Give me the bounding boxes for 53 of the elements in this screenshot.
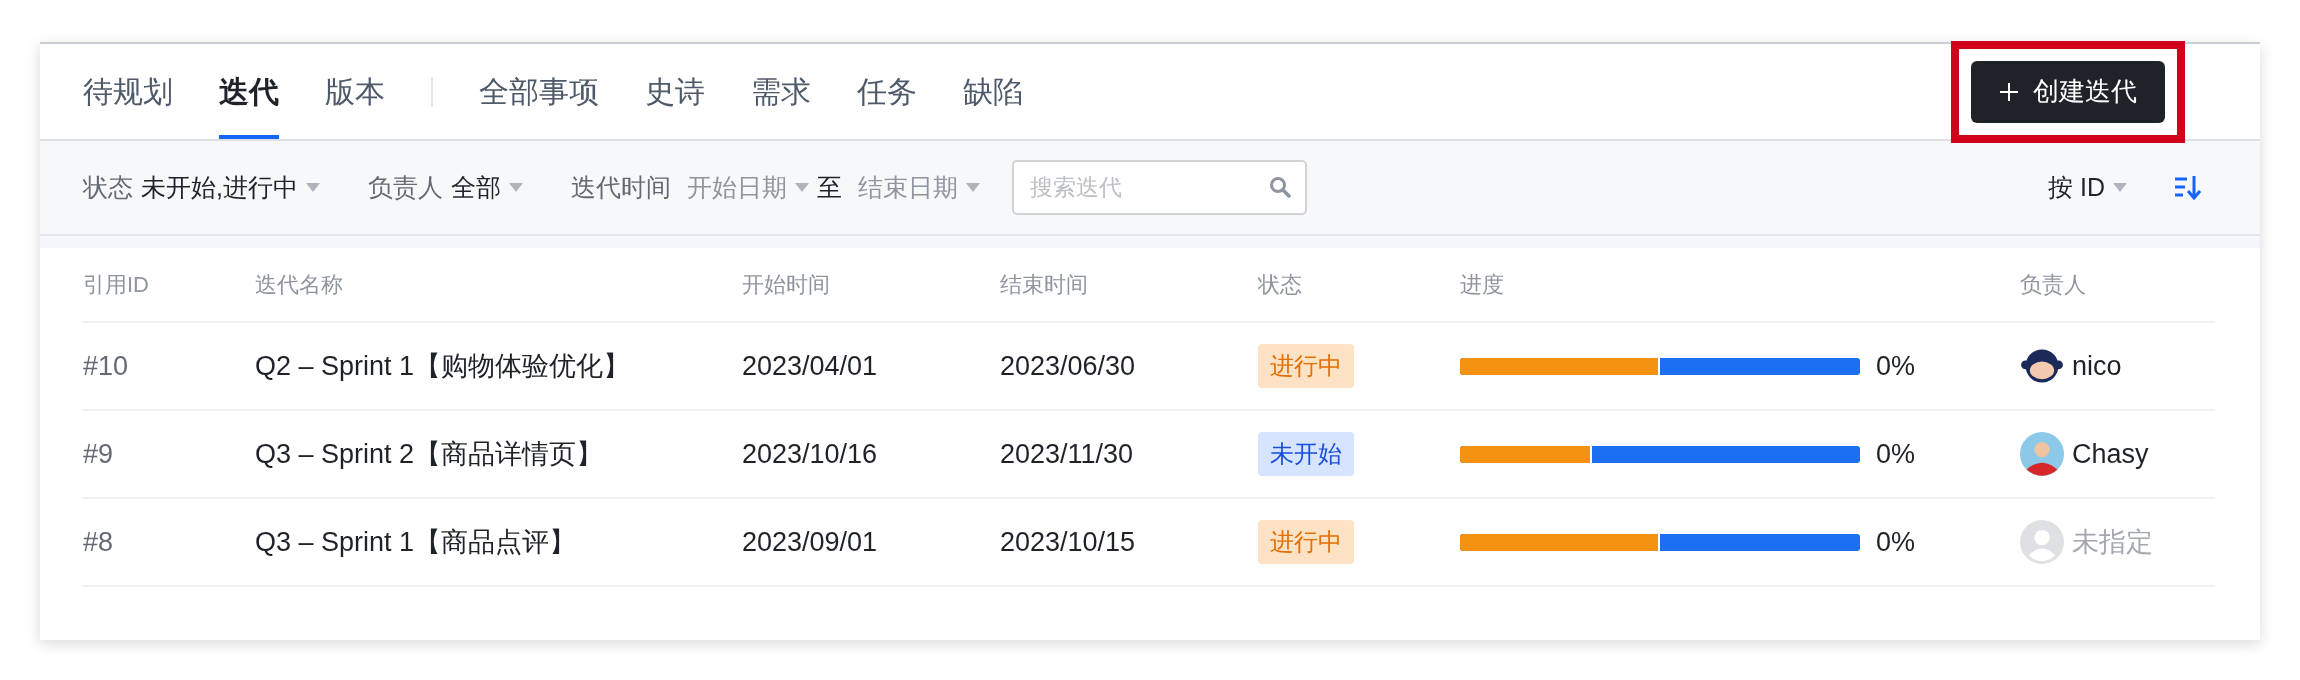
tab[interactable]: 全部事项 <box>479 44 599 139</box>
caret-icon[interactable] <box>305 183 320 192</box>
caret-icon[interactable] <box>965 183 980 192</box>
status-tag: 进行中 <box>1258 344 1354 388</box>
table-cell-text: 2023/11/30 <box>1000 437 1135 471</box>
tab[interactable]: 任务 <box>857 44 917 139</box>
plus-icon <box>1999 81 2019 102</box>
tab[interactable]: 需求 <box>751 44 811 139</box>
table-cell-text: Q2 – Sprint 1【购物体验优化】 <box>255 349 632 383</box>
search-icon[interactable] <box>1268 176 1291 198</box>
table-cell-text: Q3 – Sprint 2【商品详情页】 <box>255 437 605 471</box>
owner-name: 未指定 <box>2072 525 2153 559</box>
progress-reading: 0% <box>1876 437 1916 471</box>
table-cell-text: #10 <box>83 349 130 383</box>
tab[interactable]: 史诗 <box>645 44 705 139</box>
sort-descending-icon[interactable] <box>2175 175 2201 200</box>
table-cell-text: Q3 – Sprint 1【商品点评】 <box>255 525 578 559</box>
table-cell-text: 2023/09/01 <box>742 525 879 559</box>
status-tag: 进行中 <box>1258 520 1354 564</box>
range-separator: 至 <box>816 171 842 203</box>
caret-icon[interactable] <box>2113 183 2127 192</box>
filter-label: 迭代时间 <box>570 171 671 203</box>
table-cell-text: 2023/10/16 <box>742 437 879 471</box>
tab[interactable]: 迭代 <box>219 44 279 139</box>
filter-value[interactable]: 未开始,进行中 <box>141 168 298 207</box>
table-cell-text: 2023/06/30 <box>1000 349 1137 383</box>
table-cell-text: 2023/04/01 <box>742 349 879 383</box>
caret-icon[interactable] <box>794 183 809 192</box>
owner-name: Chasy <box>2072 437 2149 471</box>
column-header: 结束时间 <box>1000 271 1089 299</box>
tab[interactable]: 缺陷 <box>963 44 1023 139</box>
table-cell-text: 2023/10/15 <box>1000 525 1137 559</box>
progress-reading: 0% <box>1876 349 1916 383</box>
search-field[interactable]: 搜索迭代 <box>1011 160 1307 215</box>
table-cell-text: #9 <box>83 437 115 471</box>
column-header: 负责人 <box>2020 271 2087 299</box>
column-header: 迭代名称 <box>255 271 344 299</box>
tab[interactable]: 版本 <box>325 44 385 139</box>
table-cell-text: #8 <box>83 525 115 559</box>
column-header: 开始时间 <box>742 271 831 299</box>
filter-value[interactable]: 全部 <box>450 168 501 207</box>
filter-label: 状态 <box>83 171 133 203</box>
sort-selector[interactable]: 按 ID <box>2048 168 2105 207</box>
create-button[interactable]: 创建迭代 <box>1971 60 2165 123</box>
column-header: 引用ID <box>83 271 150 299</box>
column-header: 进度 <box>1460 271 1505 299</box>
status-tag: 未开始 <box>1258 432 1354 476</box>
tab[interactable]: 待规划 <box>83 44 173 139</box>
caret-icon[interactable] <box>508 183 523 192</box>
progress-reading: 0% <box>1876 525 1916 559</box>
owner-name: nico <box>2072 349 2122 383</box>
column-header: 状态 <box>1258 271 1303 299</box>
filter-label: 负责人 <box>367 171 443 203</box>
